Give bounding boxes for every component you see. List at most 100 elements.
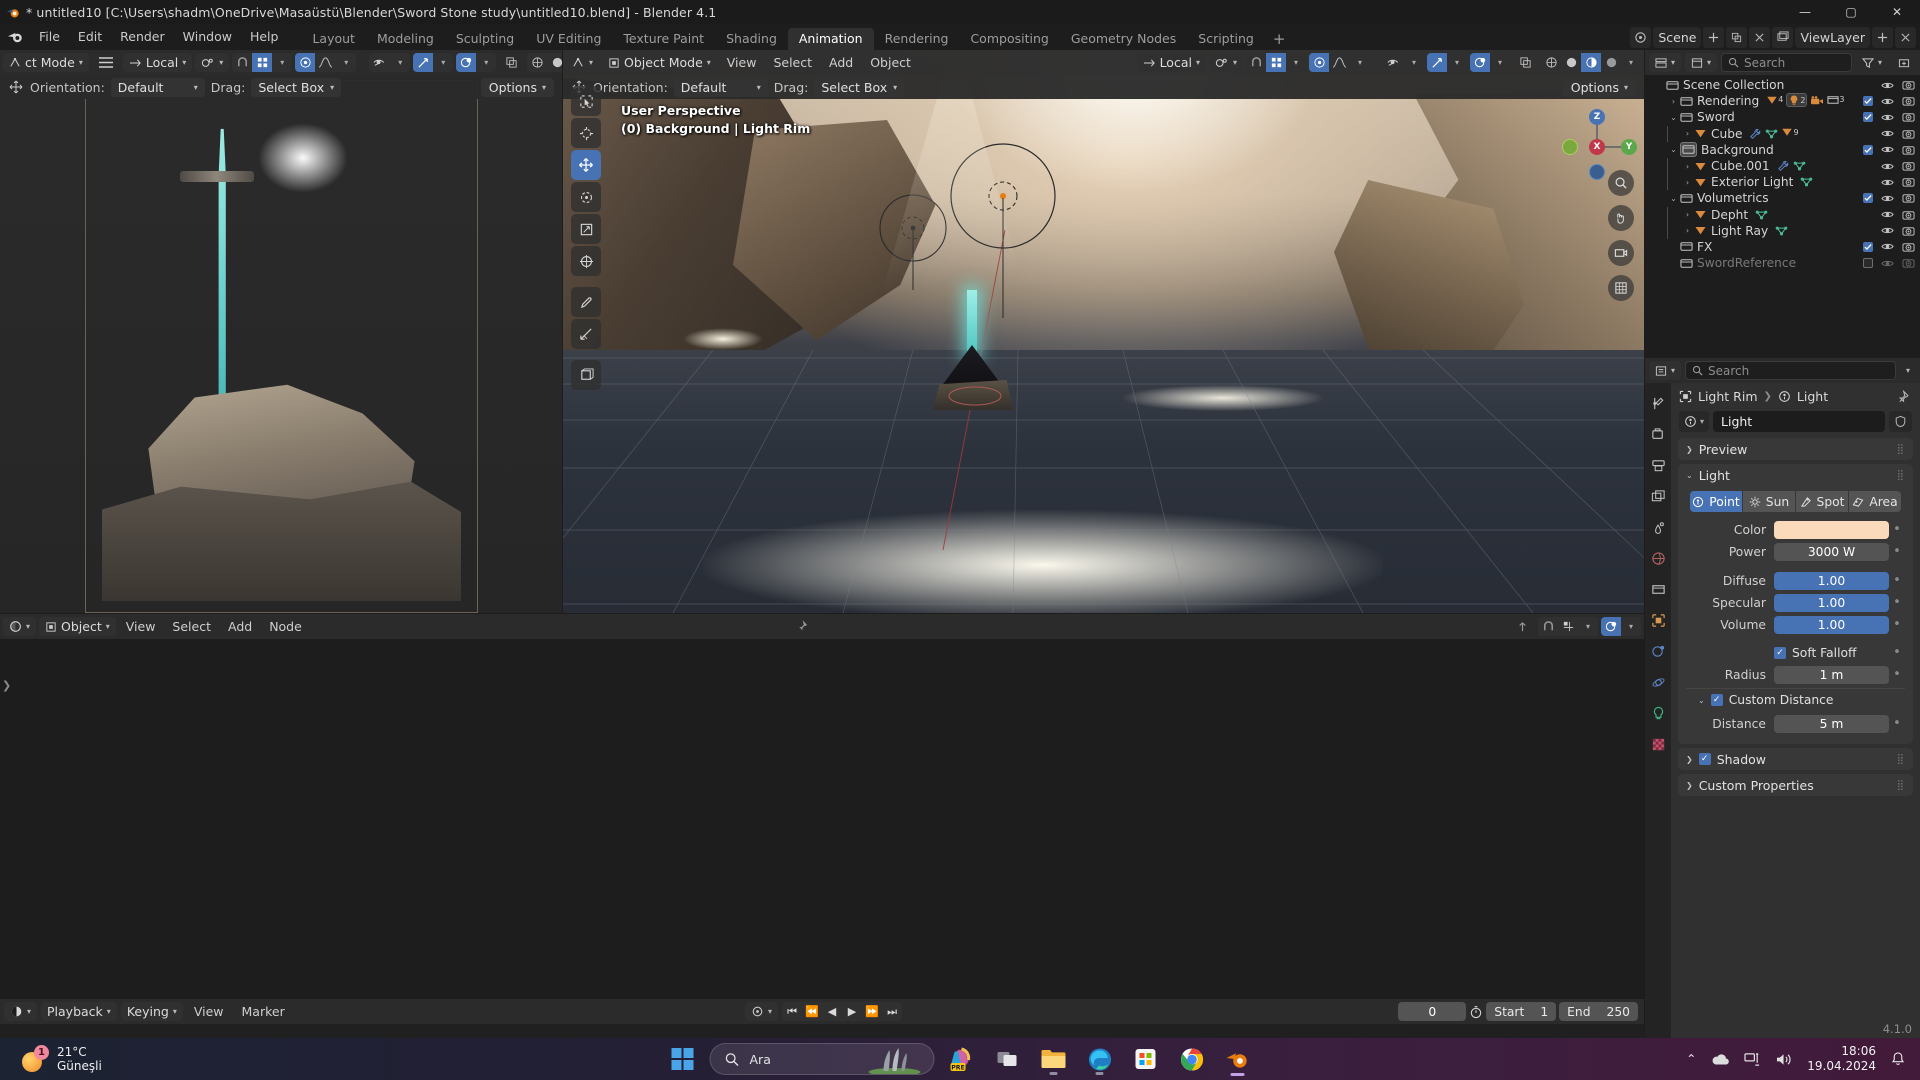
viewport-right-mode-selector[interactable]: Object Mode ▾ <box>602 53 717 72</box>
snap-magnet-icon[interactable] <box>232 53 252 72</box>
taskbar-clock[interactable]: 18:06 19.04.2024 <box>1807 1044 1876 1074</box>
tool-cursor-icon[interactable] <box>571 118 601 148</box>
outliner-new-collection-icon[interactable] <box>1892 53 1916 72</box>
tool-move-icon[interactable] <box>571 150 601 180</box>
chrome-icon[interactable] <box>1173 1040 1211 1078</box>
tool-transform-icon[interactable] <box>571 246 601 276</box>
properties-tab-modifiers[interactable] <box>1648 641 1668 661</box>
add-workspace-button[interactable]: + <box>1265 28 1294 50</box>
properties-tab-light-data[interactable] <box>1648 703 1668 723</box>
current-frame-field[interactable]: 0 <box>1398 1002 1467 1021</box>
disclosure-triangle-icon[interactable]: › <box>1681 210 1694 219</box>
properties-tab-collection[interactable] <box>1648 579 1668 599</box>
tool-scale-icon[interactable] <box>571 214 601 244</box>
badge-mesh-data-icon[interactable] <box>1800 176 1813 188</box>
outliner-row-sword[interactable]: ⌄ Sword <box>1645 109 1920 125</box>
node-menu-view[interactable]: View <box>119 617 163 636</box>
properties-options-icon[interactable]: ▾ <box>1900 361 1916 380</box>
workspace-tab-geometry-nodes[interactable]: Geometry Nodes <box>1060 28 1187 50</box>
snap-magnet-icon[interactable] <box>1246 53 1266 72</box>
taskbar-search-input[interactable]: Ara <box>709 1043 935 1075</box>
panel-drag-handle[interactable]: ⣿ <box>1897 470 1905 481</box>
disable-in-renders-icon[interactable] <box>1902 79 1915 91</box>
workspace-tab-animation[interactable]: Animation <box>787 28 874 50</box>
close-button[interactable]: ✕ <box>1874 0 1920 24</box>
viewport-menu-add[interactable]: Add <box>822 53 860 72</box>
node-menu-select[interactable]: Select <box>165 617 218 636</box>
panel-drag-handle[interactable]: ⣿ <box>1897 780 1905 791</box>
copy-scene-icon[interactable] <box>1726 26 1748 48</box>
tool-annotate-icon[interactable] <box>571 287 601 317</box>
viewport-left-mode-selector[interactable]: ct Mode ▾ <box>3 53 89 72</box>
pan-view-icon[interactable] <box>1608 205 1634 231</box>
timeline-menu-marker[interactable]: Marker <box>235 1002 292 1021</box>
disable-in-renders-icon[interactable] <box>1902 209 1915 221</box>
badge-mesh-data-icon[interactable] <box>1775 225 1788 237</box>
play-button[interactable]: ▶ <box>842 1005 862 1018</box>
disable-in-renders-icon[interactable] <box>1902 241 1915 253</box>
remove-viewlayer-icon[interactable] <box>1895 26 1916 48</box>
disable-in-renders-icon[interactable] <box>1902 95 1915 107</box>
disclosure-triangle-icon[interactable]: ⌄ <box>1667 113 1680 122</box>
chevron-down-icon[interactable]: ▾ <box>1286 53 1306 72</box>
toggle-orthographic-icon[interactable] <box>1608 275 1634 301</box>
viewlayer-selector[interactable]: ViewLayer <box>1795 26 1870 48</box>
drag-dropdown[interactable]: Select Box ▾ <box>251 77 342 97</box>
workspace-tab-uv-editing[interactable]: UV Editing <box>525 28 612 50</box>
frame-range-start[interactable]: Start 1 <box>1486 1002 1557 1021</box>
node-sidebar-toggle-icon[interactable]: ❯ <box>2 679 11 692</box>
chevron-down-icon[interactable]: ▾ <box>1621 53 1641 72</box>
hide-in-viewport-icon[interactable] <box>1881 193 1894 204</box>
outliner-row-swordreference[interactable]: SwordReference <box>1645 255 1920 271</box>
hide-in-viewport-icon[interactable] <box>1881 128 1894 139</box>
outliner-row-exterior-light[interactable]: › Exterior Light <box>1645 174 1920 191</box>
proportional-falloff-icon[interactable] <box>315 53 336 72</box>
gizmo-axis-y[interactable]: Y <box>1621 139 1637 155</box>
viewport-right-options-button[interactable]: Options ▾ <box>1562 77 1636 97</box>
outliner-row-background[interactable]: ⌄ Background <box>1645 142 1920 158</box>
shading-wireframe-icon[interactable] <box>527 53 547 72</box>
shading-solid-icon[interactable] <box>1561 53 1581 72</box>
disclosure-triangle-icon[interactable]: › <box>1681 162 1694 171</box>
chevron-down-icon[interactable]: ▾ <box>1404 53 1424 72</box>
badge-mesh-4-icon[interactable]: 4 <box>1766 94 1783 109</box>
chevron-down-icon[interactable]: ▾ <box>476 53 496 72</box>
node-editor-canvas[interactable]: ❯ <box>0 639 1644 999</box>
properties-tab-tool[interactable] <box>1648 393 1668 413</box>
outliner-row-fx[interactable]: FX <box>1645 239 1920 255</box>
tool-rotate-icon[interactable] <box>571 182 601 212</box>
badge-camera-icon[interactable] <box>1810 95 1824 107</box>
scene-browse-icon[interactable] <box>1630 26 1652 48</box>
outliner-row-scene-collection[interactable]: Scene Collection <box>1645 77 1920 93</box>
disable-in-renders-icon[interactable] <box>1902 225 1915 237</box>
animate-property-icon[interactable]: • <box>1889 645 1905 660</box>
hide-in-viewport-icon[interactable] <box>1881 209 1894 220</box>
light-type-point[interactable]: Point <box>1690 491 1742 512</box>
object-visibility-icon[interactable] <box>1383 53 1404 72</box>
properties-tab-render[interactable] <box>1648 424 1668 444</box>
workspace-tab-rendering[interactable]: Rendering <box>874 28 960 50</box>
xray-toggle-icon[interactable] <box>499 53 524 72</box>
snap-magnet-icon[interactable] <box>1538 617 1558 636</box>
proportional-edit-icon[interactable] <box>295 53 316 72</box>
previous-keyframe-button[interactable]: ⏪ <box>802 1005 822 1018</box>
viewport-menu-object[interactable]: Object <box>863 53 918 72</box>
disable-in-renders-icon[interactable] <box>1902 192 1915 204</box>
badge-modifier-icon[interactable] <box>1777 160 1790 172</box>
frame-range-end[interactable]: End 250 <box>1559 1002 1638 1021</box>
viewport-right-pivot-selector[interactable]: ▾ <box>1208 53 1243 72</box>
light-volume-slider[interactable]: 1.00 <box>1774 615 1889 634</box>
minimize-button[interactable]: — <box>1782 0 1828 24</box>
orientation-dropdown[interactable]: Default ▾ <box>673 77 768 97</box>
object-visibility-icon[interactable] <box>369 53 390 72</box>
show-overlays-icon[interactable] <box>1470 53 1490 72</box>
hide-in-viewport-icon[interactable] <box>1881 144 1894 155</box>
zoom-view-icon[interactable] <box>1608 170 1634 196</box>
menu-render[interactable]: Render <box>111 27 174 47</box>
custom-distance-checkbox[interactable]: ✓ <box>1710 694 1723 706</box>
chevron-down-icon[interactable]: ▾ <box>272 53 292 72</box>
outliner-row-light-ray[interactable]: › Light Ray <box>1645 222 1920 239</box>
onedrive-icon[interactable] <box>1710 1052 1730 1067</box>
outliner-filter-icon[interactable]: ▾ <box>1856 53 1888 72</box>
chevron-down-icon[interactable]: ▾ <box>1350 53 1370 72</box>
